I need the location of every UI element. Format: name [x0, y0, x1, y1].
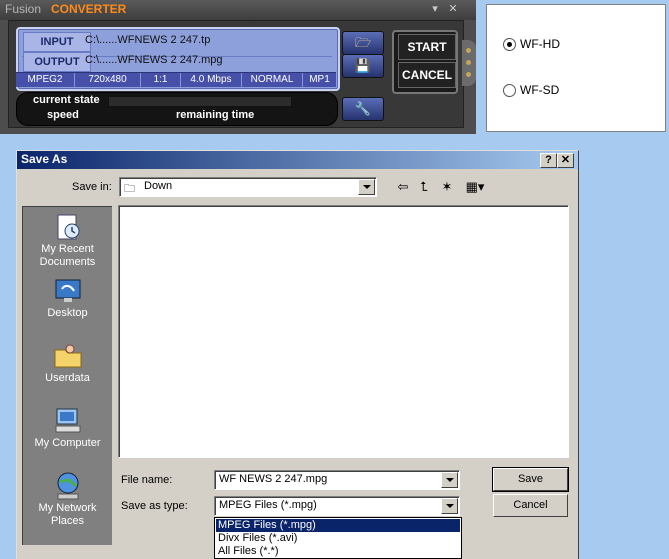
save-button[interactable]: Save: [492, 467, 569, 492]
param-resolution: 720x480: [75, 73, 141, 87]
open-folder-icon: 🗁: [354, 35, 372, 50]
place-label: My Computer: [34, 437, 101, 449]
place-desktop[interactable]: Desktop: [23, 275, 112, 320]
wrench-icon: 🔧: [354, 101, 372, 116]
file-name-input[interactable]: WF NEWS 2 247.mpg: [214, 470, 460, 490]
start-button[interactable]: START: [398, 34, 456, 60]
back-icon[interactable]: ⇦: [394, 178, 412, 196]
profile-panel: [486, 4, 666, 132]
place-label: My Network Places: [38, 502, 97, 527]
file-name-value: WF NEWS 2 247.mpg: [219, 473, 328, 485]
cancel-convert-button[interactable]: CANCEL: [398, 62, 456, 88]
param-bitrate: 4.0 Mbps: [181, 73, 242, 87]
remaining-time-label: remaining time: [176, 109, 255, 121]
place-userdata[interactable]: Userdata: [23, 340, 112, 385]
param-codec: MPEG2: [16, 73, 75, 87]
chevron-down-icon[interactable]: [441, 472, 458, 488]
param-audio: MP1: [309, 74, 330, 85]
handle-dot: [466, 60, 471, 65]
save-in-value: Down: [144, 180, 173, 192]
progress-bar: [108, 96, 292, 107]
type-option-divx[interactable]: Divx Files (*.avi): [216, 532, 460, 545]
chevron-down-icon[interactable]: [358, 179, 375, 195]
help-button[interactable]: ?: [540, 153, 557, 168]
folder-icon: 🗀: [124, 183, 135, 195]
place-my-network-places[interactable]: My Network Places: [23, 470, 112, 528]
radio-label-wf-hd: WF-HD: [520, 37, 560, 51]
computer-icon: [55, 408, 80, 433]
save-file-button[interactable]: 💾: [342, 54, 384, 78]
close-icon[interactable]: ✕: [446, 3, 460, 15]
dialog-title: Save As: [21, 152, 68, 166]
minimize-icon[interactable]: ▾: [428, 3, 442, 15]
input-path: C:\......WFNEWS 2 247.tp: [85, 34, 211, 46]
action-panel: START CANCEL: [392, 30, 458, 94]
dialog-close-button[interactable]: ✕: [557, 153, 574, 168]
up-folder-icon[interactable]: ⮤: [415, 178, 433, 196]
place-label: Userdata: [45, 372, 90, 384]
dialog-titlebar: [17, 151, 578, 169]
save-as-type-label: Save as type:: [121, 500, 188, 512]
converter-title-prefix: Fusion: [5, 2, 42, 16]
output-button[interactable]: OUTPUT: [23, 52, 91, 72]
open-folder-button[interactable]: 🗁: [342, 31, 384, 55]
save-as-type-value: MPEG Files (*.mpg): [219, 499, 317, 511]
place-label: My Recent Documents: [39, 243, 96, 268]
file-list[interactable]: [118, 205, 569, 458]
param-aspect: 1:1: [141, 73, 181, 87]
converter-title-brand: CONVERTER: [51, 2, 127, 16]
desktop-icon: [55, 279, 80, 302]
radio-selected-dot: [507, 42, 512, 47]
place-label: Desktop: [47, 307, 88, 319]
radio-label-wf-sd: WF-SD: [520, 83, 560, 97]
network-globe-icon: [57, 472, 78, 500]
type-option-mpeg[interactable]: MPEG Files (*.mpg): [216, 519, 460, 532]
file-name-label: File name:: [121, 474, 173, 486]
user-folder-icon: [54, 344, 81, 368]
settings-button[interactable]: 🔧: [342, 97, 384, 121]
encoding-params: MPEG2 720x480 1:1 4.0 Mbps NORMAL MP1: [16, 72, 336, 87]
disk-icon: 💾: [354, 58, 372, 73]
new-folder-icon[interactable]: ✶: [438, 178, 456, 196]
view-menu-icon[interactable]: ▦▾: [462, 178, 488, 196]
places-bar: My Recent Documents Desktop Userdata My …: [22, 206, 112, 545]
current-state-label: current state: [33, 94, 100, 106]
recent-documents-icon: [57, 214, 79, 240]
save-in-label: Save in:: [72, 181, 112, 193]
output-path: C:\......WFNEWS 2 247.mpg: [85, 54, 223, 66]
speed-label: speed: [47, 109, 79, 121]
type-dropdown-list: MPEG Files (*.mpg) Divx Files (*.avi) Al…: [214, 517, 462, 559]
input-button[interactable]: INPUT: [23, 32, 91, 52]
save-in-combo[interactable]: 🗀 Down: [119, 177, 377, 197]
place-my-computer[interactable]: My Computer: [23, 405, 112, 450]
handle-dot: [466, 48, 471, 53]
cancel-button[interactable]: Cancel: [493, 494, 568, 517]
radio-wf-hd[interactable]: [503, 38, 516, 51]
type-option-all[interactable]: All Files (*.*): [216, 545, 460, 558]
save-as-type-select[interactable]: MPEG Files (*.mpg): [214, 496, 460, 516]
chevron-down-icon[interactable]: [441, 498, 458, 514]
radio-wf-sd[interactable]: [503, 84, 516, 97]
handle-dot: [466, 72, 471, 77]
param-mode: NORMAL: [242, 73, 303, 87]
place-my-recent-documents[interactable]: My Recent Documents: [23, 211, 112, 269]
